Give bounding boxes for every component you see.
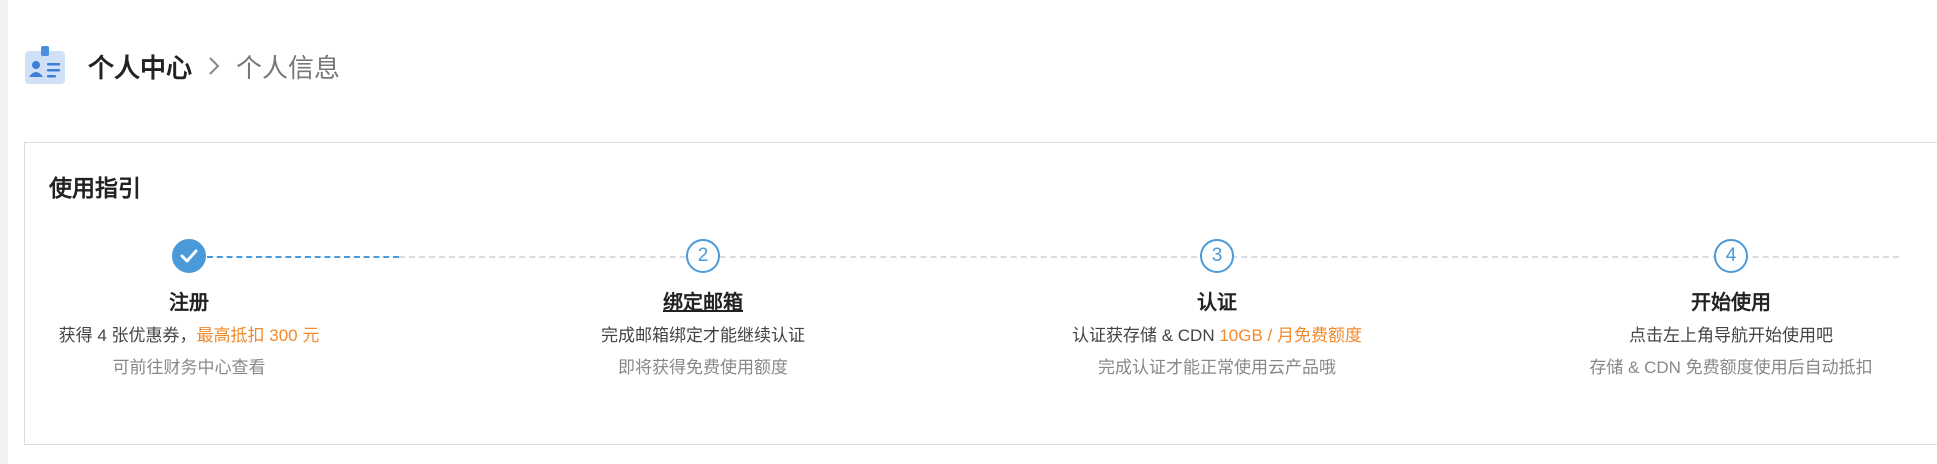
bind-email-link[interactable]: 绑定邮箱 xyxy=(453,290,953,316)
breadcrumb-root-link[interactable]: 个人中心 xyxy=(88,48,192,85)
step-sub: 即将获得免费使用额度 xyxy=(618,358,788,377)
step-desc-text: 完成邮箱绑定才能继续认证 xyxy=(601,326,805,345)
usage-guide-card: 使用指引 注册 获得 4 张优惠券，最高抵扣 300 元 可前往财务中心查看 2… xyxy=(24,142,1937,445)
chevron-right-icon xyxy=(208,56,220,76)
breadcrumb-current: 个人信息 xyxy=(236,52,341,83)
step-desc-highlight: 最高抵扣 300 元 xyxy=(196,326,320,345)
step-verify: 3 认证 认证获存储 & CDN 10GB / 月免费额度 完成认证才能正常使用… xyxy=(967,239,1467,380)
step-title: 认证 xyxy=(1197,292,1237,314)
step-desc-text: 认证获存储 & CDN xyxy=(1072,326,1220,345)
breadcrumb: 个人中心 个人信息 xyxy=(24,44,340,88)
step-desc: 完成邮箱绑定才能继续认证 xyxy=(453,324,953,348)
check-icon xyxy=(174,249,204,276)
step-title: 开始使用 xyxy=(1691,292,1771,314)
id-card-icon xyxy=(24,45,66,87)
step-desc: 点击左上角导航开始使用吧 xyxy=(1481,324,1937,348)
step-register: 注册 获得 4 张优惠券，最高抵扣 300 元 可前往财务中心查看 xyxy=(0,239,439,380)
left-strip xyxy=(0,0,8,464)
step-1-indicator xyxy=(172,239,206,273)
step-2-indicator: 2 xyxy=(686,239,720,273)
step-title: 注册 xyxy=(169,292,209,314)
step-bind-email: 2 绑定邮箱 完成邮箱绑定才能继续认证 即将获得免费使用额度 xyxy=(453,239,953,380)
page: 个人中心 个人信息 使用指引 注册 获得 4 张优惠券，最高抵扣 300 元 可… xyxy=(0,0,1937,464)
step-desc-text: 点击左上角导航开始使用吧 xyxy=(1629,326,1833,345)
card-title: 使用指引 xyxy=(49,175,141,201)
step-sub: 存储 & CDN 免费额度使用后自动抵扣 xyxy=(1589,358,1873,377)
step-sub: 可前往财务中心查看 xyxy=(112,358,266,377)
step-sub: 完成认证才能正常使用云产品哦 xyxy=(1098,358,1336,377)
main-content: 个人中心 个人信息 使用指引 注册 获得 4 张优惠券，最高抵扣 300 元 可… xyxy=(8,0,1937,464)
step-desc: 获得 4 张优惠券，最高抵扣 300 元 xyxy=(0,324,439,348)
step-4-indicator: 4 xyxy=(1714,239,1748,273)
step-desc: 认证获存储 & CDN 10GB / 月免费额度 xyxy=(967,324,1467,348)
step-desc-highlight: 10GB / 月免费额度 xyxy=(1219,326,1362,345)
step-3-indicator: 3 xyxy=(1200,239,1234,273)
step-desc-text: 获得 4 张优惠券， xyxy=(58,326,197,345)
step-start-using: 4 开始使用 点击左上角导航开始使用吧 存储 & CDN 免费额度使用后自动抵扣 xyxy=(1481,239,1937,380)
